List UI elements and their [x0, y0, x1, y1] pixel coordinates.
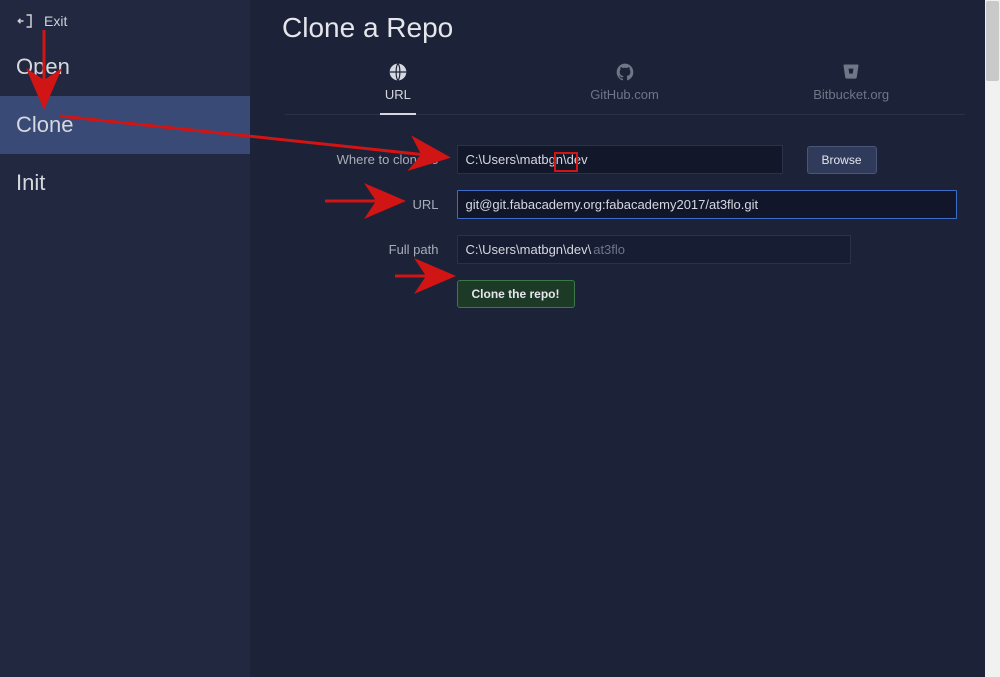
tab-label: URL [385, 87, 411, 102]
tab-github[interactable]: GitHub.com [511, 54, 738, 114]
exit-label: Exit [44, 13, 67, 29]
source-tabs: URL GitHub.com Bitbucket.org [285, 54, 965, 115]
tab-label: GitHub.com [590, 87, 659, 102]
exit-button[interactable]: Exit [0, 4, 250, 38]
fullpath-suffix: at3flo [593, 242, 625, 257]
url-label: URL [285, 197, 457, 212]
tab-bitbucket[interactable]: Bitbucket.org [738, 54, 965, 114]
browse-button[interactable]: Browse [807, 146, 877, 174]
url-input[interactable] [457, 190, 957, 219]
sidebar-item-init[interactable]: Init [0, 154, 250, 212]
fullpath-display: C:\Users\matbgn\dev\ at3flo [457, 235, 851, 264]
exit-icon [16, 12, 34, 30]
tab-url[interactable]: URL [285, 54, 512, 114]
globe-icon [388, 62, 408, 82]
row-fullpath: Full path C:\Users\matbgn\dev\ at3flo [285, 235, 965, 264]
fullpath-prefix: C:\Users\matbgn\dev\ [466, 242, 592, 257]
page-title: Clone a Repo [282, 12, 967, 44]
sidebar-item-open[interactable]: Open [0, 38, 250, 96]
row-submit: Clone the repo! [285, 280, 965, 308]
clone-form: Where to clone to Browse URL Full path C… [285, 145, 965, 308]
window-scrollbar[interactable] [985, 0, 1000, 677]
clone-button[interactable]: Clone the repo! [457, 280, 575, 308]
bitbucket-icon [841, 62, 861, 82]
tab-label: Bitbucket.org [813, 87, 889, 102]
github-icon [615, 62, 635, 82]
where-label: Where to clone to [285, 152, 457, 167]
sidebar-item-label: Open [16, 54, 70, 79]
sidebar-item-clone[interactable]: Clone [0, 96, 250, 154]
where-input[interactable] [457, 145, 783, 174]
row-where: Where to clone to Browse [285, 145, 965, 174]
app-window: Exit Open Clone Init Clone a Repo URL [0, 0, 985, 677]
main-panel: Clone a Repo URL GitHub.com Bitbucket [250, 0, 985, 677]
sidebar-item-label: Init [16, 170, 45, 195]
fullpath-label: Full path [285, 242, 457, 257]
scrollbar-thumb[interactable] [986, 1, 999, 81]
sidebar: Exit Open Clone Init [0, 0, 250, 677]
row-url: URL [285, 190, 965, 219]
sidebar-item-label: Clone [16, 112, 73, 137]
